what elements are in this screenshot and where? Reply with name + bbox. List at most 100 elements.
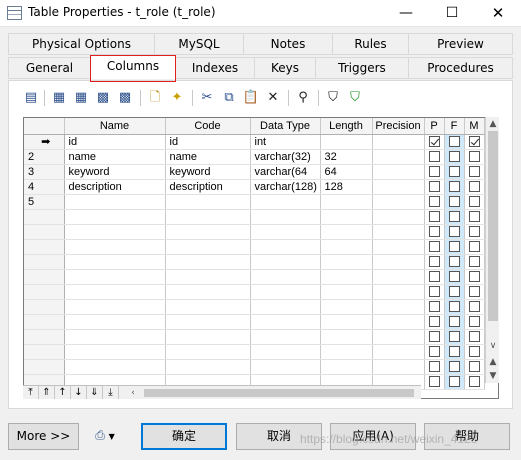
move-down-icon[interactable]: ↓ (71, 386, 87, 399)
header-p[interactable]: P (424, 118, 445, 135)
cell-name[interactable] (64, 299, 166, 315)
cell-data-type[interactable] (250, 314, 321, 330)
cell-data-type[interactable] (250, 254, 321, 270)
minimize-button[interactable]: — (383, 0, 429, 27)
cell-data-type[interactable] (250, 239, 321, 255)
cell-m[interactable] (464, 314, 485, 330)
cell-code[interactable] (165, 239, 251, 255)
checkbox-f[interactable] (448, 361, 460, 373)
add-columns-icon[interactable]: ▩ (94, 89, 112, 107)
cell-p[interactable] (424, 299, 445, 315)
table-row[interactable] (24, 254, 485, 270)
cell-data-type[interactable]: int (250, 134, 321, 150)
cell-precision[interactable] (372, 164, 425, 180)
tab-preview[interactable]: Preview (408, 33, 513, 55)
cell-f[interactable] (444, 284, 465, 300)
cell-length[interactable] (320, 239, 373, 255)
table-row[interactable] (24, 269, 485, 285)
cell-p[interactable] (424, 239, 445, 255)
cell-p[interactable] (424, 344, 445, 360)
checkbox-m[interactable] (468, 331, 480, 343)
checkbox-f[interactable] (448, 301, 460, 313)
maximize-button[interactable]: ☐ (429, 0, 475, 27)
cell-precision[interactable] (372, 209, 425, 225)
replicate-columns-icon[interactable]: ▩ (116, 89, 134, 107)
checkbox-f[interactable] (448, 226, 460, 238)
cell-p[interactable] (424, 209, 445, 225)
checkbox-f[interactable] (448, 181, 460, 193)
tab-mysql[interactable]: MySQL (154, 33, 244, 55)
cell-precision[interactable] (372, 179, 425, 195)
cell-name[interactable] (64, 359, 166, 375)
cell-f[interactable] (444, 239, 465, 255)
cell-code[interactable] (165, 359, 251, 375)
checkbox-m[interactable] (468, 211, 480, 223)
checkbox-f[interactable] (448, 331, 460, 343)
cell-p[interactable] (424, 164, 445, 180)
move-top-icon[interactable]: ⤒ (23, 386, 39, 399)
cell-name[interactable] (64, 329, 166, 345)
cell-f[interactable] (444, 344, 465, 360)
move-page-down-icon[interactable]: ⇓ (87, 386, 103, 399)
tab-general[interactable]: General (8, 57, 91, 79)
cell-name[interactable] (64, 224, 166, 240)
checkbox-p[interactable] (428, 271, 440, 283)
tab-procedures[interactable]: Procedures (408, 57, 513, 79)
cell-f[interactable] (444, 164, 465, 180)
cell-p[interactable] (424, 314, 445, 330)
cell-f[interactable] (444, 254, 465, 270)
checkbox-m[interactable] (468, 361, 480, 373)
checkbox-f[interactable] (448, 196, 460, 208)
checkbox-m[interactable] (468, 181, 480, 193)
cell-f[interactable] (444, 314, 465, 330)
cell-length[interactable]: 64 (320, 164, 373, 180)
cell-m[interactable] (464, 194, 485, 210)
close-button[interactable]: ✕ (475, 0, 521, 27)
cell-name[interactable] (64, 284, 166, 300)
cell-m[interactable] (464, 359, 485, 375)
checkbox-f[interactable] (448, 241, 460, 253)
cell-f[interactable] (444, 134, 465, 150)
cell-code[interactable]: id (165, 134, 251, 150)
cell-data-type[interactable] (250, 284, 321, 300)
cell-p[interactable] (424, 194, 445, 210)
move-bottom-icon[interactable]: ⤓ (103, 386, 119, 399)
cell-name[interactable]: id (64, 134, 166, 150)
cell-code[interactable] (165, 284, 251, 300)
horizontal-scrollbar[interactable]: ‹ (124, 385, 421, 399)
cell-p[interactable] (424, 149, 445, 165)
cell-length[interactable] (320, 314, 373, 330)
table-row[interactable] (24, 209, 485, 225)
cell-name[interactable] (64, 239, 166, 255)
table-row[interactable]: ➡ id id int (24, 134, 485, 150)
table-row[interactable]: 4 description description varchar(128) 128 (24, 179, 485, 195)
cell-precision[interactable] (372, 284, 425, 300)
checkbox-f[interactable] (448, 166, 460, 178)
cell-data-type[interactable]: varchar(64 (250, 164, 321, 180)
tab-columns[interactable]: Columns (90, 55, 176, 79)
cell-p[interactable] (424, 374, 445, 390)
header-data-type[interactable]: Data Type (250, 118, 321, 135)
cell-precision[interactable] (372, 299, 425, 315)
tab-rules[interactable]: Rules (332, 33, 409, 55)
paste-icon[interactable]: 📋 (242, 89, 260, 107)
header-precision[interactable]: Precision (372, 118, 425, 135)
cell-data-type[interactable] (250, 194, 321, 210)
cell-m[interactable] (464, 254, 485, 270)
cell-p[interactable] (424, 254, 445, 270)
checkbox-p[interactable] (428, 361, 440, 373)
tab-notes[interactable]: Notes (243, 33, 333, 55)
scroll-down-icon[interactable]: ∨ (486, 339, 500, 353)
cell-f[interactable] (444, 329, 465, 345)
cell-code[interactable] (165, 344, 251, 360)
checkbox-f[interactable] (448, 136, 460, 148)
checkbox-m[interactable] (468, 136, 480, 148)
header-name[interactable]: Name (64, 118, 166, 135)
cut-icon[interactable]: ✂ (198, 89, 216, 107)
checkbox-f[interactable] (448, 151, 460, 163)
cell-code[interactable] (165, 329, 251, 345)
tab-indexes[interactable]: Indexes (175, 57, 255, 79)
insert-row-icon[interactable]: ▦ (72, 89, 90, 107)
cell-f[interactable] (444, 359, 465, 375)
filter-check-icon[interactable]: ⛉ (346, 89, 364, 107)
